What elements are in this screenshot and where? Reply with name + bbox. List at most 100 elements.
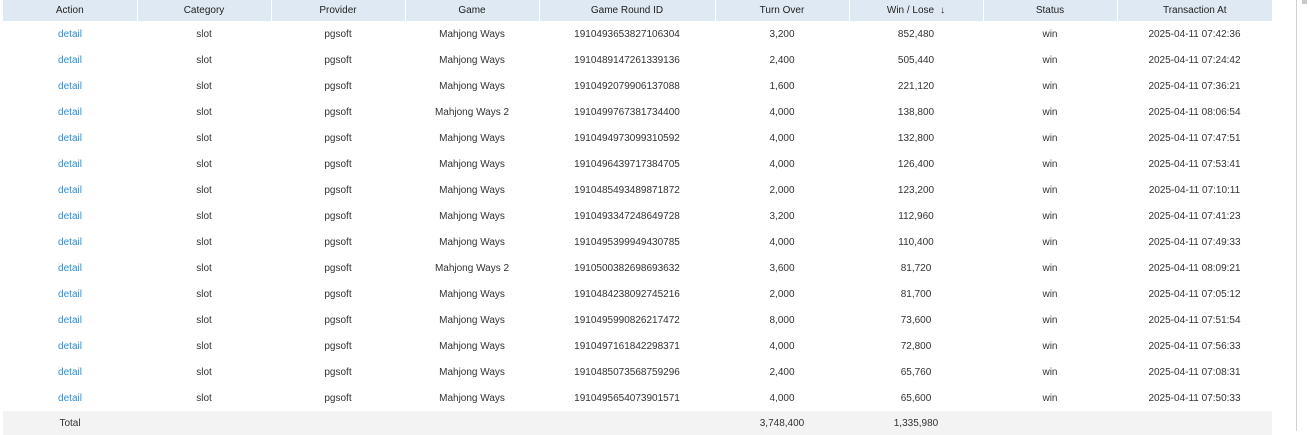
table-row: detail slot pgsoft Mahjong Ways 191049643971… — [3, 151, 1272, 177]
detail-link[interactable]: detail — [3, 125, 137, 151]
cell-provider: pgsoft — [324, 340, 352, 352]
transactions-table: Action Category Provider Game Game Round… — [3, 0, 1272, 435]
cell-game-round-id: 1910485073568759296 — [574, 366, 680, 378]
column-header-game[interactable]: Game — [405, 0, 540, 21]
cell-transaction-at: 2025-04-11 07:42:36 — [1148, 28, 1241, 40]
cell-status: win — [1042, 158, 1058, 170]
cell-win-lose: 65,600 — [900, 392, 932, 404]
detail-link[interactable]: detail — [3, 385, 137, 411]
cell-win-lose: 65,760 — [900, 366, 932, 378]
detail-link[interactable]: detail — [3, 281, 137, 307]
total-label: Total — [3, 411, 137, 435]
cell-status: win — [1042, 106, 1058, 118]
cell-turnover: 2,000 — [769, 184, 795, 196]
cell-game: Mahjong Ways — [439, 314, 505, 326]
cell-category: slot — [196, 366, 212, 378]
cell-transaction-at: 2025-04-11 07:08:31 — [1148, 366, 1241, 378]
column-header-provider[interactable]: Provider — [271, 0, 406, 21]
cell-win-lose: 73,600 — [900, 314, 932, 326]
cell-game: Mahjong Ways 2 — [434, 262, 510, 274]
cell-turnover: 4,000 — [769, 340, 795, 352]
table-row: detail slot pgsoft Mahjong Ways 191048549348… — [3, 177, 1272, 203]
column-header-status[interactable]: Status — [983, 0, 1118, 21]
table-row: detail slot pgsoft Mahjong Ways 191049334724… — [3, 203, 1272, 229]
cell-game: Mahjong Ways — [439, 132, 505, 144]
column-header-game-round-id[interactable]: Game Round ID — [539, 0, 716, 21]
cell-turnover: 2,400 — [769, 54, 795, 66]
cell-transaction-at: 2025-04-11 07:51:54 — [1148, 314, 1241, 326]
cell-win-lose: 110,400 — [898, 236, 934, 248]
cell-category: slot — [196, 158, 212, 170]
table-row: detail slot pgsoft Mahjong Ways 2 1910500382… — [3, 255, 1272, 281]
cell-game: Mahjong Ways 2 — [434, 106, 510, 118]
detail-link[interactable]: detail — [3, 333, 137, 359]
cell-turnover: 4,000 — [769, 158, 795, 170]
cell-win-lose: 72,800 — [900, 340, 932, 352]
table-footer: Total 3,748,400 1,335,980 — [3, 411, 1272, 435]
table-row: detail slot pgsoft Mahjong Ways 191049565407… — [3, 385, 1272, 411]
table-row: detail slot pgsoft Mahjong Ways 191048914726… — [3, 47, 1272, 73]
cell-game-round-id: 1910494973099310592 — [574, 132, 680, 144]
cell-provider: pgsoft — [324, 132, 352, 144]
cell-transaction-at: 2025-04-11 07:49:33 — [1148, 236, 1241, 248]
scrollbar-thumb[interactable] — [1302, 0, 1307, 4]
detail-link[interactable]: detail — [3, 21, 137, 47]
cell-game-round-id: 1910492079906137088 — [574, 80, 680, 92]
cell-category: slot — [196, 28, 212, 40]
detail-link[interactable]: detail — [3, 73, 137, 99]
cell-game-round-id: 1910500382698693632 — [574, 262, 680, 274]
detail-link[interactable]: detail — [3, 255, 137, 281]
cell-win-lose: 852,480 — [897, 28, 935, 40]
column-header-category[interactable]: Category — [137, 0, 272, 21]
cell-category: slot — [196, 80, 212, 92]
cell-game: Mahjong Ways — [439, 54, 505, 66]
cell-provider: pgsoft — [324, 314, 352, 326]
cell-status: win — [1042, 314, 1058, 326]
cell-provider: pgsoft — [324, 210, 352, 222]
cell-status: win — [1042, 236, 1058, 248]
column-header-turn-over[interactable]: Turn Over — [715, 0, 850, 21]
cell-game: Mahjong Ways — [439, 28, 505, 40]
cell-provider: pgsoft — [324, 236, 352, 248]
cell-status: win — [1042, 184, 1058, 196]
cell-game: Mahjong Ways — [439, 80, 505, 92]
detail-link[interactable]: detail — [3, 99, 137, 125]
cell-game-round-id: 1910497161842298371 — [574, 340, 680, 352]
table-row: detail slot pgsoft Mahjong Ways 2 1910499767… — [3, 99, 1272, 125]
detail-link[interactable]: detail — [3, 359, 137, 385]
cell-game: Mahjong Ways — [439, 288, 505, 300]
cell-transaction-at: 2025-04-11 08:06:54 — [1148, 106, 1241, 118]
panel-right-border — [1296, 0, 1297, 431]
cell-transaction-at: 2025-04-11 07:10:11 — [1148, 184, 1241, 196]
cell-game-round-id: 1910496439717384705 — [574, 158, 680, 170]
cell-turnover: 2,000 — [769, 288, 795, 300]
cell-win-lose: 132,800 — [897, 132, 935, 144]
detail-link[interactable]: detail — [3, 177, 137, 203]
cell-provider: pgsoft — [324, 106, 352, 118]
table-row: detail slot pgsoft Mahjong Ways 191049716184… — [3, 333, 1272, 359]
column-header-win-lose[interactable]: Win / Lose ↓ — [849, 0, 984, 21]
detail-link[interactable]: detail — [3, 47, 137, 73]
cell-provider: pgsoft — [324, 366, 352, 378]
cell-game: Mahjong Ways — [439, 210, 505, 222]
cell-win-lose: 81,700 — [900, 288, 932, 300]
cell-turnover: 4,000 — [769, 106, 795, 118]
table-body: detail slot pgsoft Mahjong Ways 191049365382… — [3, 21, 1272, 411]
total-turnover: 3,748,400 — [715, 411, 849, 435]
cell-game: Mahjong Ways — [439, 366, 505, 378]
detail-link[interactable]: detail — [3, 151, 137, 177]
cell-turnover: 3,600 — [769, 262, 795, 274]
detail-link[interactable]: detail — [3, 229, 137, 255]
cell-status: win — [1042, 262, 1058, 274]
cell-status: win — [1042, 28, 1058, 40]
cell-game: Mahjong Ways — [439, 340, 505, 352]
cell-transaction-at: 2025-04-11 07:05:12 — [1148, 288, 1241, 300]
detail-link[interactable]: detail — [3, 203, 137, 229]
cell-turnover: 1,600 — [769, 80, 795, 92]
cell-transaction-at: 2025-04-11 07:41:23 — [1148, 210, 1241, 222]
sort-descending-icon[interactable]: ↓ — [940, 5, 945, 16]
detail-link[interactable]: detail — [3, 307, 137, 333]
column-header-transaction-at[interactable]: Transaction At — [1117, 0, 1272, 21]
table-row: detail slot pgsoft Mahjong Ways 191048507356… — [3, 359, 1272, 385]
cell-provider: pgsoft — [324, 158, 352, 170]
